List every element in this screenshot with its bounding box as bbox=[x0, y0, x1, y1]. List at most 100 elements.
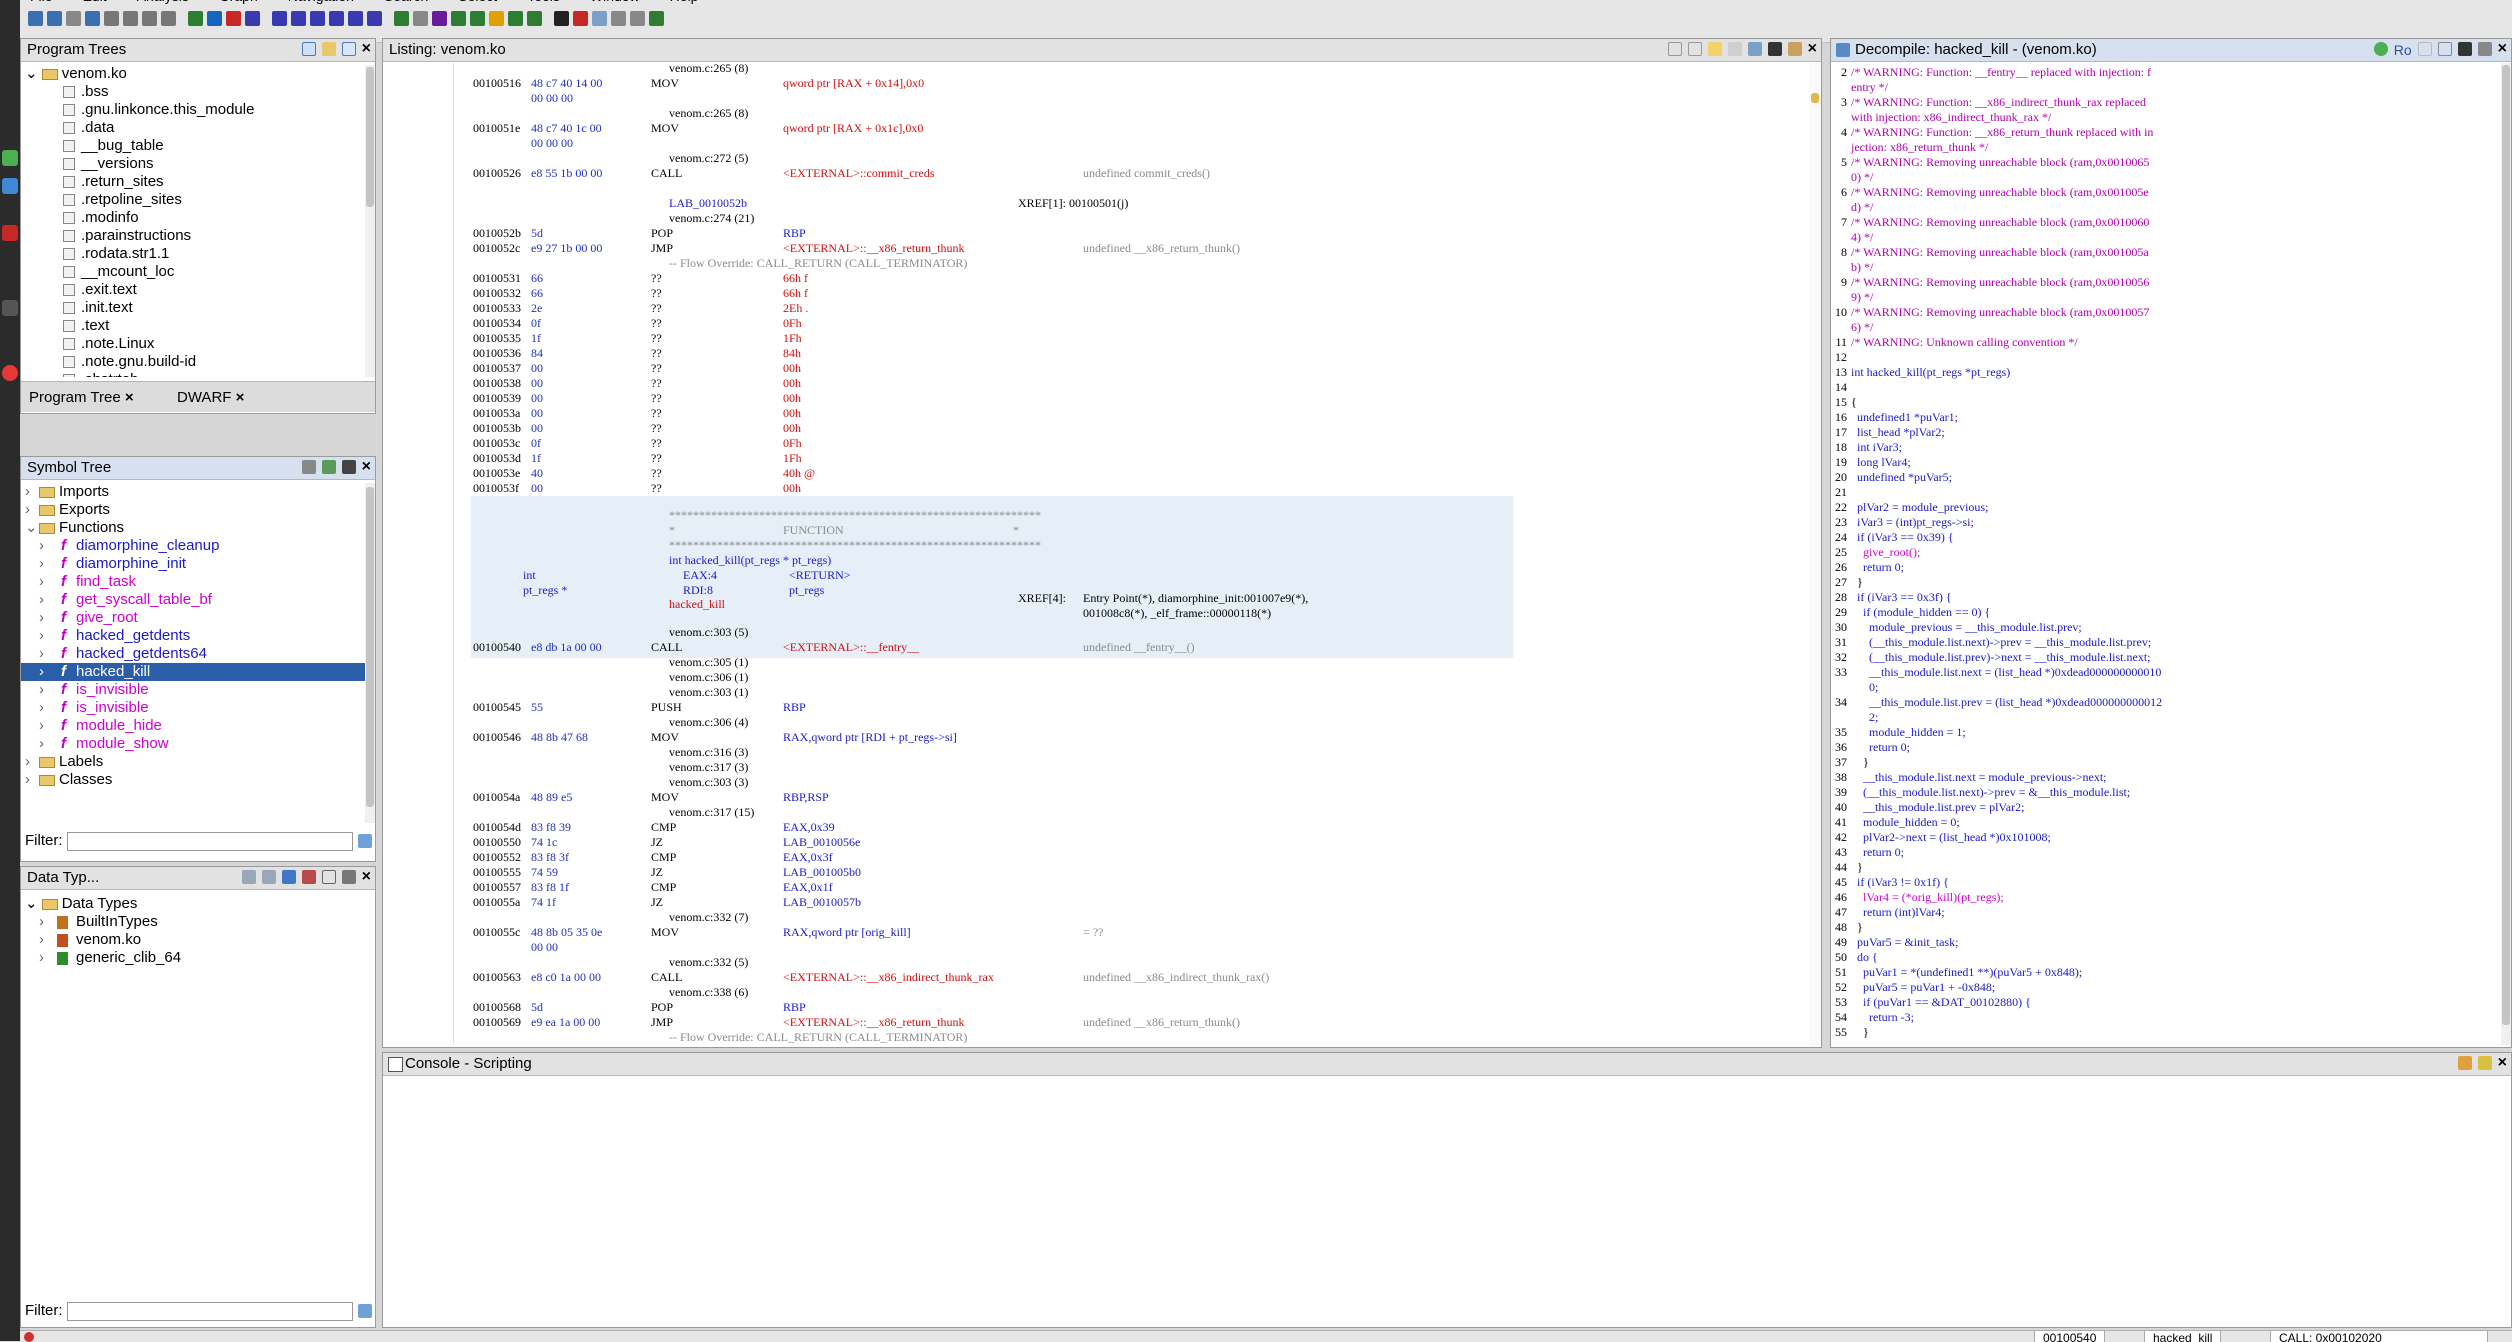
listing-line[interactable]: venom.c:274 (21) bbox=[473, 211, 1773, 226]
console-output[interactable] bbox=[383, 1077, 2511, 1327]
decompile-line[interactable]: 13 int hacked_kill(pt_regs *pt_regs) bbox=[1833, 365, 2010, 380]
open-tree-icon[interactable] bbox=[301, 42, 316, 56]
toolbar-tool-icon[interactable] bbox=[367, 11, 382, 26]
section-item[interactable]: .data bbox=[21, 119, 375, 137]
decompile-line[interactable]: 7 /* WARNING: Removing unreachable block … bbox=[1833, 215, 2149, 230]
listing-line[interactable]: venom.c:305 (1) bbox=[473, 655, 1773, 670]
decompile-line[interactable]: 53 if (puVar1 == &DAT_00102880) { bbox=[1833, 995, 2031, 1010]
section-item[interactable]: .return_sites bbox=[21, 173, 375, 191]
listing-line[interactable]: 0010053d 1f?? 1Fh bbox=[473, 451, 1773, 466]
layout-icon[interactable] bbox=[1727, 42, 1742, 56]
decompile-line[interactable]: 28 if (iVar3 == 0x3f) { bbox=[1833, 590, 1952, 605]
data-types-root[interactable]: ⌄ Data Types bbox=[21, 895, 375, 913]
decompile-line[interactable]: 16 undefined1 *puVar1; bbox=[1833, 410, 1958, 425]
listing-line[interactable]: 00100534 0f?? 0Fh bbox=[473, 316, 1773, 331]
listing-line[interactable]: 00 00 00 bbox=[473, 91, 1773, 106]
symbol-folder[interactable]: › Labels bbox=[21, 753, 375, 771]
chevron-right-icon[interactable]: › bbox=[39, 645, 61, 663]
decompile-line[interactable]: 51 puVar1 = *(undefined1 **)(puVar5 + 0x… bbox=[1833, 965, 2082, 980]
filter-icon[interactable] bbox=[281, 870, 296, 884]
function-item[interactable]: › f diamorphine_cleanup bbox=[21, 537, 375, 555]
toolbar-tool-icon[interactable] bbox=[630, 11, 645, 26]
decompile-line[interactable]: 37 } bbox=[1833, 755, 1869, 770]
listing-view[interactable]: venom.c:265 (8) 00100516 48 c7 40 14 00 MOV… bbox=[473, 63, 1783, 1045]
listing-line[interactable]: 00100539 00?? 00h bbox=[473, 391, 1773, 406]
tree-root[interactable]: ⌄ venom.ko bbox=[21, 65, 375, 83]
decompile-line[interactable]: 35 module_hidden = 1; bbox=[1833, 725, 1966, 740]
decompile-scrollbar[interactable] bbox=[2501, 63, 2511, 1045]
tab-program-tree[interactable]: Program Tree × bbox=[29, 389, 134, 406]
toolbar-tool-icon[interactable] bbox=[451, 11, 466, 26]
chevron-right-icon[interactable]: › bbox=[39, 735, 61, 753]
listing-line[interactable]: venom.c:265 (8) bbox=[473, 106, 1773, 121]
collapse-icon[interactable]: ⌄ bbox=[25, 895, 42, 912]
function-item[interactable]: › f is_invisible bbox=[21, 699, 375, 717]
listing-line[interactable]: venom.c:338 (6) bbox=[473, 985, 1773, 1000]
listing-scrollbar[interactable] bbox=[1809, 63, 1821, 1045]
decompile-line[interactable]: 29 if (module_hidden == 0) { bbox=[1833, 605, 1990, 620]
toolbar-tool-icon[interactable] bbox=[554, 11, 569, 26]
decompile-line[interactable]: 41 module_hidden = 0; bbox=[1833, 815, 1960, 830]
collapse-icon[interactable]: ⌄ bbox=[25, 65, 42, 82]
decompiler-view[interactable]: 2 /* WARNING: Function: __fentry__ replac… bbox=[1833, 63, 2493, 1045]
listing-line[interactable]: venom.c:306 (1) bbox=[473, 670, 1773, 685]
function-item[interactable]: › f hacked_getdents64 bbox=[21, 645, 375, 663]
new-namespace-icon[interactable] bbox=[301, 460, 316, 474]
listing-line[interactable]: 00100545 55 PUSH RBP bbox=[473, 700, 1773, 715]
decompile-line[interactable]: b) */ bbox=[1833, 260, 1873, 275]
toolbar-tool-icon[interactable] bbox=[413, 11, 428, 26]
toolbar-tool-icon[interactable] bbox=[611, 11, 626, 26]
snapshot-icon[interactable] bbox=[341, 460, 356, 474]
toolbar-tool-icon[interactable] bbox=[394, 11, 409, 26]
decompile-line[interactable]: 44 } bbox=[1833, 860, 1863, 875]
decompile-line[interactable]: 18 int iVar3; bbox=[1833, 440, 1902, 455]
decompile-line[interactable]: 34 __this_module.list.prev = (list_head … bbox=[1833, 695, 2162, 710]
listing-line[interactable]: 00100533 2e?? 2Eh . bbox=[473, 301, 1773, 316]
chevron-down-icon[interactable] bbox=[2477, 42, 2492, 56]
decompile-line[interactable]: 20 undefined *puVar5; bbox=[1833, 470, 1952, 485]
listing-line[interactable]: 0010055a 74 1f JZ LAB_0010057b bbox=[473, 895, 1773, 910]
chevron-right-icon[interactable]: › bbox=[39, 573, 61, 591]
function-item[interactable]: › f module_show bbox=[21, 735, 375, 753]
decompile-line[interactable]: 43 return 0; bbox=[1833, 845, 1904, 860]
chevron-right-icon[interactable]: › bbox=[25, 483, 39, 501]
chevron-right-icon[interactable]: › bbox=[25, 771, 39, 789]
decompile-line[interactable]: 0) */ bbox=[1833, 170, 1873, 185]
decompile-line[interactable]: d) */ bbox=[1833, 200, 1873, 215]
section-item[interactable]: .modinfo bbox=[21, 209, 375, 227]
chevron-right-icon[interactable]: › bbox=[39, 627, 61, 645]
chevron-right-icon[interactable]: › bbox=[39, 717, 61, 735]
toolbar-tool-icon[interactable] bbox=[470, 11, 485, 26]
options-icon[interactable] bbox=[1787, 42, 1802, 56]
function-item[interactable]: › f hacked_getdents bbox=[21, 627, 375, 645]
decompile-line[interactable]: 42 plVar2->next = (list_head *)0x101008; bbox=[1833, 830, 2051, 845]
decompile-line[interactable]: 32 (__this_module.list.prev)->next = __t… bbox=[1833, 650, 2151, 665]
toolbar-tool-icon[interactable] bbox=[28, 11, 43, 26]
section-item[interactable]: .parainstructions bbox=[21, 227, 375, 245]
decompile-line[interactable]: 27 } bbox=[1833, 575, 1863, 590]
listing-line[interactable]: 00100516 48 c7 40 14 00 MOV qword ptr [RAX … bbox=[473, 76, 1773, 91]
listing-line[interactable]: 0010053b 00?? 00h bbox=[473, 421, 1773, 436]
toolbar-tool-icon[interactable] bbox=[348, 11, 363, 26]
function-item[interactable]: › f give_root bbox=[21, 609, 375, 627]
folder-icon[interactable] bbox=[321, 42, 336, 56]
decompile-line[interactable]: 2; bbox=[1833, 710, 1878, 725]
decompile-line[interactable]: 39 (__this_module.list.next)->prev = &__… bbox=[1833, 785, 2130, 800]
snapshot-icon[interactable] bbox=[1767, 42, 1782, 56]
section-item[interactable]: __bug_table bbox=[21, 137, 375, 155]
copy-icon[interactable] bbox=[1667, 42, 1682, 56]
listing-line[interactable]: 0010053f 00?? 00h bbox=[473, 481, 1773, 496]
chevron-right-icon[interactable]: › bbox=[25, 753, 39, 771]
decompile-line[interactable]: 17 list_head *plVar2; bbox=[1833, 425, 1945, 440]
close-icon[interactable]: × bbox=[2498, 1055, 2507, 1071]
listing-line[interactable]: 00100568 5d POP RBP bbox=[473, 1000, 1773, 1015]
listing-line[interactable]: venom.c:332 (5) bbox=[473, 955, 1773, 970]
toolbar-tool-icon[interactable] bbox=[226, 11, 241, 26]
close-icon[interactable]: × bbox=[362, 869, 371, 885]
listing-line[interactable]: -- Flow Override: CALL_RETURN (CALL_TERM… bbox=[473, 1030, 1773, 1045]
tab-dwarf[interactable]: DWARF × bbox=[177, 389, 244, 406]
listing-line[interactable]: 00100540 e8 db 1a 00 00 CALL <EXTERNAL>::__… bbox=[473, 640, 1773, 655]
decompile-line[interactable]: 31 (__this_module.list.next)->prev = __t… bbox=[1833, 635, 2151, 650]
listing-line[interactable]: 0010051e 48 c7 40 1c 00 MOV qword ptr [RAX … bbox=[473, 121, 1773, 136]
decompile-line[interactable]: 8 /* WARNING: Removing unreachable block … bbox=[1833, 245, 2149, 260]
